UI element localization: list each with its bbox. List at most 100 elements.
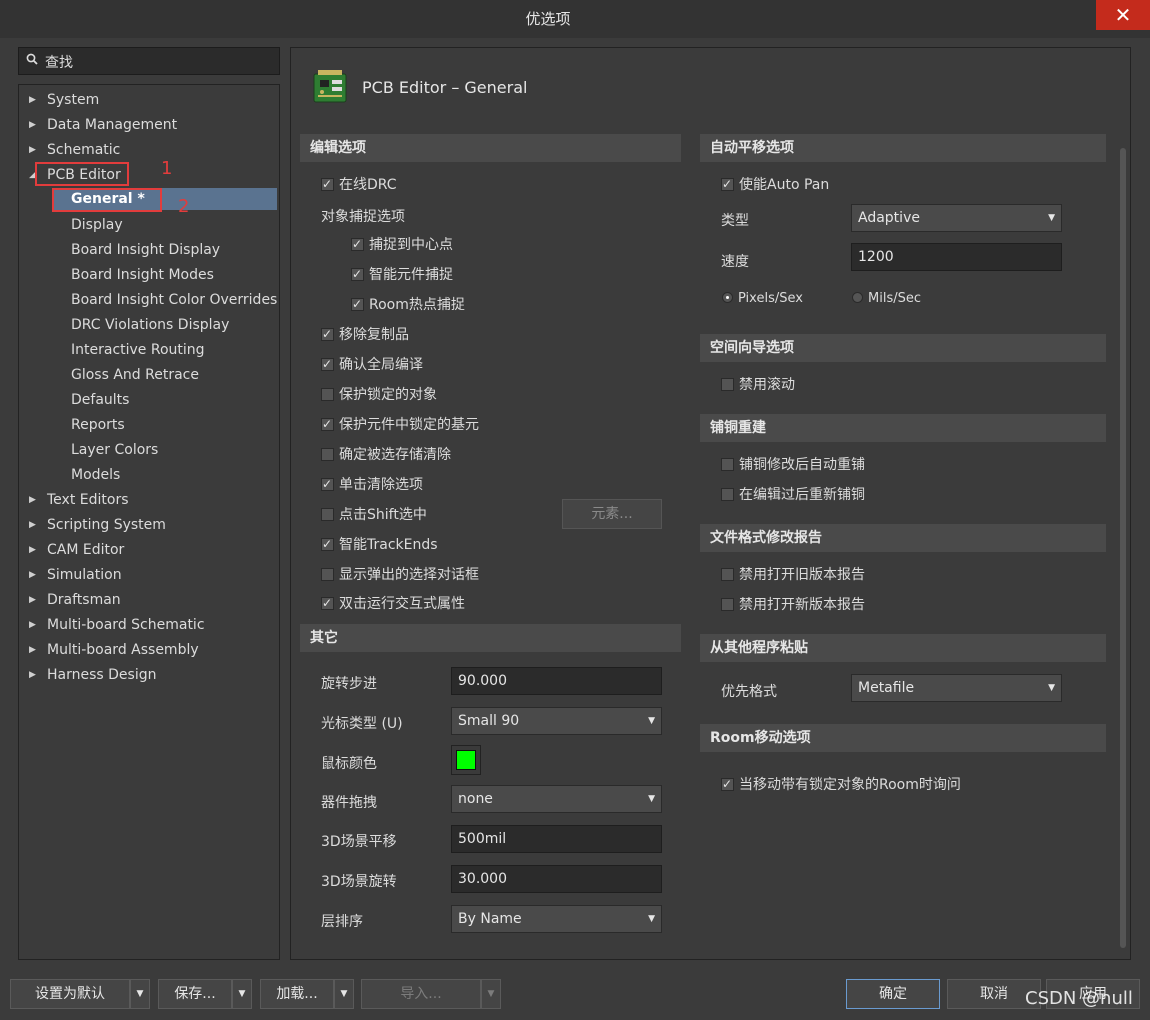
chevron-down-icon[interactable]: ▼ <box>341 989 348 999</box>
expand-arrow-icon[interactable]: ▶ <box>29 139 39 161</box>
expand-arrow-icon[interactable]: ▶ <box>29 564 39 586</box>
cursor-type-dropdown[interactable]: Small 90 ▼ <box>451 707 662 735</box>
ok-button[interactable]: 确定 <box>846 979 940 1009</box>
tree-item-data-management[interactable]: ▶ Data Management <box>19 114 277 136</box>
disable-scroll-checkbox[interactable]: 禁用滚动 <box>721 375 795 395</box>
protect-locked-checkbox[interactable]: 保护锁定的对象 <box>321 385 437 405</box>
tree-item-layer-colors[interactable]: Layer Colors <box>53 439 277 461</box>
checkbox-box[interactable] <box>321 568 334 581</box>
tree-item-scripting-system[interactable]: ▶ Scripting System <box>19 514 277 536</box>
close-button[interactable]: ✕ <box>1096 0 1150 30</box>
expand-arrow-icon[interactable]: ▶ <box>29 89 39 111</box>
elements-button[interactable]: 元素... <box>562 499 662 529</box>
checkbox-box[interactable] <box>351 234 364 254</box>
radio-dot[interactable] <box>722 292 733 303</box>
tree-item-gloss-and-retrace[interactable]: Gloss And Retrace <box>53 364 277 386</box>
auto-repour-checkbox[interactable]: 铺铜修改后自动重铺 <box>721 455 865 475</box>
tree-item-interactive-routing[interactable]: Interactive Routing <box>53 339 277 361</box>
vertical-scrollbar[interactable] <box>1118 140 1128 955</box>
chevron-down-icon[interactable]: ▼ <box>648 786 655 812</box>
layer-order-dropdown[interactable]: By Name ▼ <box>451 905 662 933</box>
tree-item-models[interactable]: Models <box>53 464 277 486</box>
tree-item-draftsman[interactable]: ▶ Draftsman <box>19 589 277 611</box>
disable-old-version-report-checkbox[interactable]: 禁用打开旧版本报告 <box>721 565 865 585</box>
tree-item-board-insight-color-overrides[interactable]: Board Insight Color Overrides <box>53 289 277 311</box>
tree-item-simulation[interactable]: ▶ Simulation <box>19 564 277 586</box>
tree-item-drc-violations-display[interactable]: DRC Violations Display <box>53 314 277 336</box>
double-click-properties-checkbox[interactable]: 双击运行交互式属性 <box>321 593 465 614</box>
checkbox-box[interactable] <box>721 488 734 501</box>
component-drag-dropdown[interactable]: none ▼ <box>451 785 662 813</box>
search-input[interactable]: 查找 <box>18 47 280 75</box>
scrollbar-thumb[interactable] <box>1120 148 1126 948</box>
expand-arrow-icon[interactable]: ▶ <box>29 514 39 536</box>
ask-room-locked-checkbox[interactable]: 当移动带有锁定对象的Room时询问 <box>721 774 961 795</box>
checkbox-box[interactable] <box>321 448 334 461</box>
pixels-per-sec-radio[interactable]: Pixels/Sex <box>722 291 803 306</box>
expand-arrow-icon[interactable]: ▶ <box>29 614 39 636</box>
3d-rotate-input[interactable]: 30.000 <box>451 865 662 893</box>
checkbox-box[interactable] <box>321 354 334 374</box>
checkbox-box[interactable] <box>321 324 334 344</box>
tree-item-harness-design[interactable]: ▶ Harness Design <box>19 664 277 686</box>
import-dropdown[interactable]: ▼ <box>481 979 501 1009</box>
tree-item-board-insight-display[interactable]: Board Insight Display <box>53 239 277 261</box>
tree-item-multi-board-assembly[interactable]: ▶ Multi-board Assembly <box>19 639 277 661</box>
save-button[interactable]: 保存... <box>158 979 232 1009</box>
chevron-down-icon[interactable]: ▼ <box>488 989 495 999</box>
rotation-step-input[interactable]: 90.000 <box>451 667 662 695</box>
repour-after-edit-checkbox[interactable]: 在编辑过后重新铺铜 <box>721 485 865 505</box>
set-default-dropdown[interactable]: ▼ <box>130 979 150 1009</box>
checkbox-box[interactable] <box>321 174 334 194</box>
chevron-down-icon[interactable]: ▼ <box>648 906 655 932</box>
click-clear-checkbox[interactable]: 单击清除选项 <box>321 474 423 495</box>
expand-arrow-icon[interactable]: ▶ <box>29 639 39 661</box>
protect-locked-primitives-checkbox[interactable]: 保护元件中锁定的基元 <box>321 414 479 435</box>
mils-per-sec-radio[interactable]: Mils/Sec <box>852 291 921 306</box>
confirm-clear-checkbox[interactable]: 确定被选存储清除 <box>321 445 451 465</box>
chevron-down-icon[interactable]: ▼ <box>648 708 655 734</box>
radio-dot[interactable] <box>852 292 863 303</box>
load-button[interactable]: 加载... <box>260 979 334 1009</box>
chevron-down-icon[interactable]: ▼ <box>1048 205 1055 231</box>
save-dropdown[interactable]: ▼ <box>232 979 252 1009</box>
checkbox-box[interactable] <box>351 294 364 314</box>
chevron-down-icon[interactable]: ▼ <box>239 989 246 999</box>
smart-component-snap-checkbox[interactable]: 智能元件捕捉 <box>351 264 453 285</box>
set-default-button[interactable]: 设置为默认 <box>10 979 130 1009</box>
expand-arrow-icon[interactable]: ▶ <box>29 664 39 686</box>
online-drc-checkbox[interactable]: 在线DRC <box>321 174 397 195</box>
checkbox-box[interactable] <box>321 534 334 554</box>
expand-arrow-icon[interactable]: ▶ <box>29 114 39 136</box>
confirm-global-edit-checkbox[interactable]: 确认全局编译 <box>321 354 423 375</box>
load-dropdown[interactable]: ▼ <box>334 979 354 1009</box>
room-hotspot-checkbox[interactable]: Room热点捕捉 <box>351 294 465 315</box>
pan-type-dropdown[interactable]: Adaptive ▼ <box>851 204 1062 232</box>
tree-item-display[interactable]: Display <box>53 214 277 236</box>
checkbox-box[interactable] <box>321 414 334 434</box>
tree-item-board-insight-modes[interactable]: Board Insight Modes <box>53 264 277 286</box>
disable-new-version-report-checkbox[interactable]: 禁用打开新版本报告 <box>721 595 865 615</box>
checkbox-box[interactable] <box>321 593 334 613</box>
preferred-format-dropdown[interactable]: Metafile ▼ <box>851 674 1062 702</box>
expand-arrow-icon[interactable]: ▶ <box>29 539 39 561</box>
checkbox-box[interactable] <box>321 474 334 494</box>
checkbox-box[interactable] <box>721 598 734 611</box>
checkbox-box[interactable] <box>321 388 334 401</box>
checkbox-box[interactable] <box>351 264 364 284</box>
show-popup-selection-checkbox[interactable]: 显示弹出的选择对话框 <box>321 565 479 585</box>
shift-select-checkbox[interactable]: 点击Shift选中 <box>321 505 427 525</box>
tree-item-defaults[interactable]: Defaults <box>53 389 277 411</box>
chevron-down-icon[interactable]: ▼ <box>1048 675 1055 701</box>
import-button[interactable]: 导入... <box>361 979 481 1009</box>
snap-center-checkbox[interactable]: 捕捉到中心点 <box>351 234 453 255</box>
pan-speed-input[interactable]: 1200 <box>851 243 1062 271</box>
tree-item-multi-board-schematic[interactable]: ▶ Multi-board Schematic <box>19 614 277 636</box>
tree-item-system[interactable]: ▶ System <box>19 89 277 111</box>
mouse-color-swatch[interactable] <box>451 745 481 775</box>
smart-trackends-checkbox[interactable]: 智能TrackEnds <box>321 534 438 555</box>
remove-duplicates-checkbox[interactable]: 移除复制品 <box>321 324 409 345</box>
checkbox-box[interactable] <box>321 508 334 521</box>
chevron-down-icon[interactable]: ▼ <box>137 989 144 999</box>
tree-item-reports[interactable]: Reports <box>53 414 277 436</box>
